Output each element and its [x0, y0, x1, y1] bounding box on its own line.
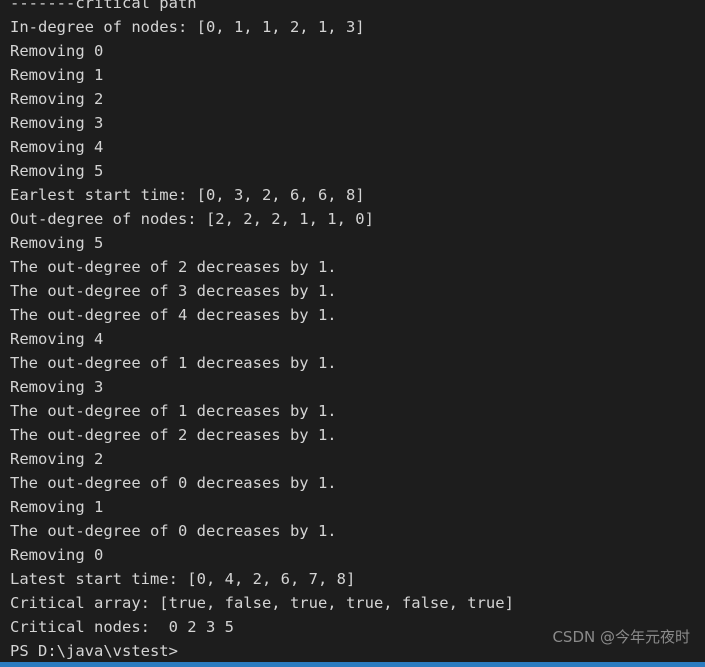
terminal-line: Removing 5 [10, 162, 104, 180]
terminal-line: Earlest start time: [0, 3, 2, 6, 6, 8] [10, 186, 365, 204]
terminal-line: Removing 1 [10, 498, 104, 516]
terminal-line: The out-degree of 2 decreases by 1. [10, 426, 337, 444]
terminal-line: The out-degree of 1 decreases by 1. [10, 354, 337, 372]
terminal-line: Removing 1 [10, 66, 104, 84]
terminal-line: Removing 2 [10, 90, 104, 108]
terminal-line: Removing 4 [10, 330, 104, 348]
terminal-line: The out-degree of 2 decreases by 1. [10, 258, 337, 276]
terminal-line: The out-degree of 4 decreases by 1. [10, 306, 337, 324]
terminal-line: Removing 4 [10, 138, 104, 156]
terminal-line: The out-degree of 0 decreases by 1. [10, 522, 337, 540]
terminal-line: The out-degree of 3 decreases by 1. [10, 282, 337, 300]
terminal-line: The out-degree of 0 decreases by 1. [10, 474, 337, 492]
status-bar[interactable] [0, 662, 705, 667]
terminal-line: Removing 3 [10, 378, 104, 396]
terminal-prompt-line[interactable]: PS D:\java\vstest> [10, 639, 705, 663]
terminal-line: Critical array: [true, false, true, true… [10, 594, 514, 612]
terminal-line: Critical nodes: 0 2 3 5 [10, 618, 234, 636]
terminal-line: Removing 3 [10, 114, 104, 132]
terminal-line: Latest start time: [0, 4, 2, 6, 7, 8] [10, 570, 356, 588]
terminal-line: The out-degree of 1 decreases by 1. [10, 402, 337, 420]
terminal-line: Removing 5 [10, 234, 104, 252]
terminal-line: Removing 0 [10, 42, 104, 60]
terminal-line: Removing 2 [10, 450, 104, 468]
terminal-line: Out-degree of nodes: [2, 2, 2, 1, 1, 0] [10, 210, 374, 228]
terminal-line: Removing 0 [10, 546, 104, 564]
terminal-line: -------critical path [10, 0, 197, 12]
terminal-line: In-degree of nodes: [0, 1, 1, 2, 1, 3] [10, 18, 365, 36]
terminal-scrollback[interactable]: -------critical path In-degree of nodes:… [10, 0, 705, 663]
terminal-output-panel[interactable]: -------critical path In-degree of nodes:… [0, 0, 705, 667]
